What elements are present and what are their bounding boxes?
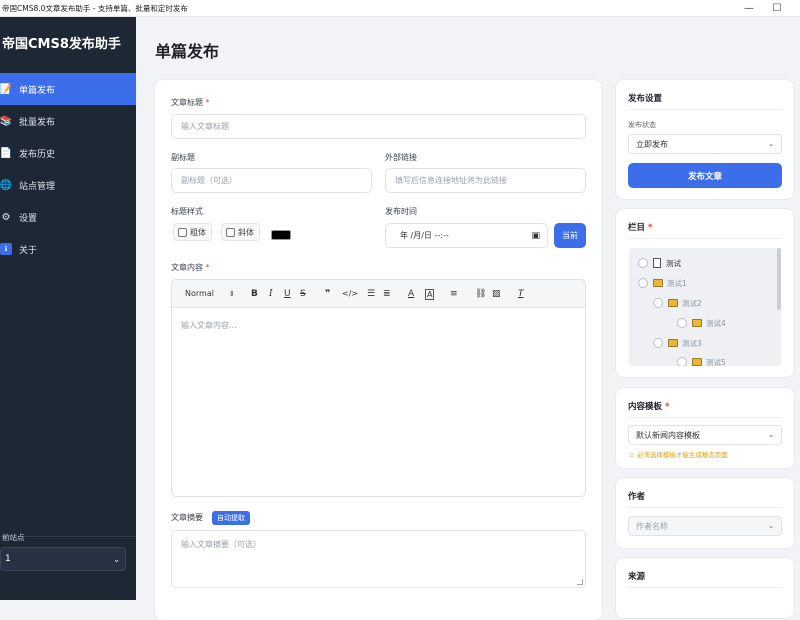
folder-icon xyxy=(692,319,702,327)
bullet-list-icon[interactable]: ≣ xyxy=(383,287,391,301)
editor-placeholder: 输入文章内容... xyxy=(181,321,237,330)
chevron-down-icon: ⌄ xyxy=(768,140,774,148)
publish-settings-title: 发布设置 xyxy=(628,94,663,104)
ordered-list-icon[interactable]: ☰ xyxy=(367,287,375,301)
publish-status-label: 发布状态 xyxy=(628,121,656,129)
auto-extract-button[interactable]: 自动提取 xyxy=(212,511,250,525)
current-site-select[interactable]: 1 ⌄ xyxy=(0,547,126,571)
publish-time-label: 发布时间 xyxy=(385,207,417,216)
summary-textarea[interactable]: 输入文章摘要（可选） xyxy=(171,530,586,588)
calendar-icon[interactable]: ▣ xyxy=(531,231,540,241)
title-style-label: 标题样式 xyxy=(171,207,203,216)
sidebar-item-single-publish[interactable]: 📝 单篇发布 xyxy=(0,73,136,105)
resize-handle[interactable] xyxy=(577,579,583,585)
sidebar-item-label: 发布历史 xyxy=(19,149,56,160)
app-brand: 帝国CMS8发布助手 xyxy=(2,37,121,52)
background-color-icon[interactable]: A xyxy=(425,289,435,300)
rich-text-editor[interactable]: Normal ⇕ B I U S ❞ </> ☰ ≣ A A ≡ ⛓ ▨ T 输… xyxy=(171,279,586,497)
sidebar-item-label: 批量发布 xyxy=(19,117,56,128)
folder-icon xyxy=(653,279,663,287)
sidebar-item-settings[interactable]: ⚙ 设置 xyxy=(0,201,136,233)
updown-icon[interactable]: ⇕ xyxy=(229,287,235,301)
template-title: 内容模板 * xyxy=(628,402,670,412)
books-icon: 📚 xyxy=(0,115,13,127)
italic-checkbox[interactable]: 斜体 xyxy=(221,223,260,241)
chevron-down-icon: ⌄ xyxy=(113,554,120,564)
summary-label: 文章摘要 xyxy=(171,513,203,522)
column-tree: 测试 测试1 测试2 测试4 测试3 测试5 xyxy=(629,248,781,366)
tree-item[interactable]: 测试1 xyxy=(638,276,687,290)
page-title: 单篇发布 xyxy=(155,42,220,61)
clear-format-icon[interactable]: T xyxy=(518,287,524,301)
document-icon: 📄 xyxy=(0,147,13,159)
author-card: 作者 xyxy=(616,478,794,548)
bold-icon[interactable]: B xyxy=(251,287,258,301)
title-label: 文章标题 * xyxy=(171,98,210,107)
subtitle-label: 副标题 xyxy=(171,153,195,162)
align-icon[interactable]: ≡ xyxy=(450,287,458,301)
edit-icon: 📝 xyxy=(0,83,13,95)
minimize-button[interactable]: — xyxy=(737,0,761,17)
subtitle-input[interactable]: 副标题（可选） xyxy=(171,168,372,193)
window-title: 帝国CMS8.0文章发布助手 - 支持单篇、批量和定时发布 xyxy=(2,3,188,13)
sidebar-item-label: 设置 xyxy=(19,213,38,224)
external-link-input[interactable]: 填写后信息连接地址将为此链接 xyxy=(385,168,586,193)
publish-article-button[interactable]: 发布文章 xyxy=(628,163,782,188)
sidebar-item-history[interactable]: 📄 发布历史 xyxy=(0,137,136,169)
gear-icon: ⚙ xyxy=(1,211,11,223)
sidebar-nav: 📝 单篇发布 📚 批量发布 📄 发布历史 🌐 站点管理 ⚙ 设置 ℹ 关于 xyxy=(0,73,136,265)
quote-icon[interactable]: ❞ xyxy=(325,287,330,301)
tree-item[interactable]: 测试3 xyxy=(653,336,702,350)
folder-icon xyxy=(668,339,678,347)
tree-item[interactable]: 测试 xyxy=(638,256,681,270)
italic-icon[interactable]: I xyxy=(269,287,273,301)
tree-item[interactable]: 测试5 xyxy=(677,355,726,366)
text-color-icon[interactable]: A xyxy=(408,287,414,301)
chevron-down-icon: ⌄ xyxy=(768,522,774,530)
template-select[interactable]: 默认新闻内容模板 ⌄ xyxy=(628,425,782,445)
source-card: 来源 xyxy=(616,558,794,618)
author-title: 作者 xyxy=(628,492,646,502)
code-icon[interactable]: </> xyxy=(342,287,358,301)
sidebar-item-sites[interactable]: 🌐 站点管理 xyxy=(0,169,136,201)
sidebar: 帝国CMS8发布助手 📝 单篇发布 📚 批量发布 📄 发布历史 🌐 站点管理 ⚙… xyxy=(0,17,136,600)
document-icon xyxy=(653,258,661,268)
current-site-value: 1 xyxy=(5,554,11,564)
window-titlebar: 帝国CMS8.0文章发布助手 - 支持单篇、批量和定时发布 — ☐ xyxy=(0,0,800,17)
tree-item[interactable]: 测试4 xyxy=(677,316,726,330)
source-title: 来源 xyxy=(628,572,646,582)
link-icon[interactable]: ⛓ xyxy=(475,287,486,301)
format-select[interactable]: Normal xyxy=(185,287,214,301)
sidebar-item-about[interactable]: ℹ 关于 xyxy=(0,233,136,265)
sidebar-item-label: 单篇发布 xyxy=(19,85,56,96)
tree-item[interactable]: 测试2 xyxy=(653,296,702,310)
folder-icon xyxy=(668,299,678,307)
bold-checkbox[interactable]: 粗体 xyxy=(173,223,212,241)
info-icon: ℹ xyxy=(0,243,12,255)
globe-icon: 🌐 xyxy=(0,179,13,191)
maximize-button[interactable]: ☐ xyxy=(765,0,789,17)
template-warning: ⚠ 必须选择模板才能生成静态页面 xyxy=(629,451,728,459)
publish-time-input[interactable]: 年 /月/日 --:-- ▣ xyxy=(385,223,548,248)
strike-icon[interactable]: S xyxy=(300,287,306,301)
chevron-down-icon: ⌄ xyxy=(768,431,774,439)
sidebar-item-label: 站点管理 xyxy=(19,181,56,192)
content-label: 文章内容 * xyxy=(171,263,210,272)
editor-toolbar: Normal ⇕ B I U S ❞ </> ☰ ≣ A A ≡ ⛓ ▨ T xyxy=(172,280,585,308)
external-link-label: 外部链接 xyxy=(385,153,417,162)
folder-icon xyxy=(692,358,702,366)
sidebar-item-batch-publish[interactable]: 📚 批量发布 xyxy=(0,105,136,137)
publish-status-select[interactable]: 立即发布 ⌄ xyxy=(628,134,782,154)
title-input[interactable]: 输入文章标题 xyxy=(171,114,586,139)
now-button[interactable]: 当前 xyxy=(554,223,586,248)
current-site-label: 前站点 xyxy=(2,533,25,542)
sidebar-item-label: 关于 xyxy=(19,245,38,256)
author-select[interactable]: 作者名称 ⌄ xyxy=(628,516,782,536)
title-color-picker[interactable] xyxy=(271,230,291,240)
underline-icon[interactable]: U xyxy=(284,287,291,301)
image-icon[interactable]: ▨ xyxy=(492,287,501,301)
warning-icon: ⚠ xyxy=(629,451,635,459)
tree-scrollbar[interactable] xyxy=(777,248,781,310)
column-title: 栏目 * xyxy=(628,223,653,233)
